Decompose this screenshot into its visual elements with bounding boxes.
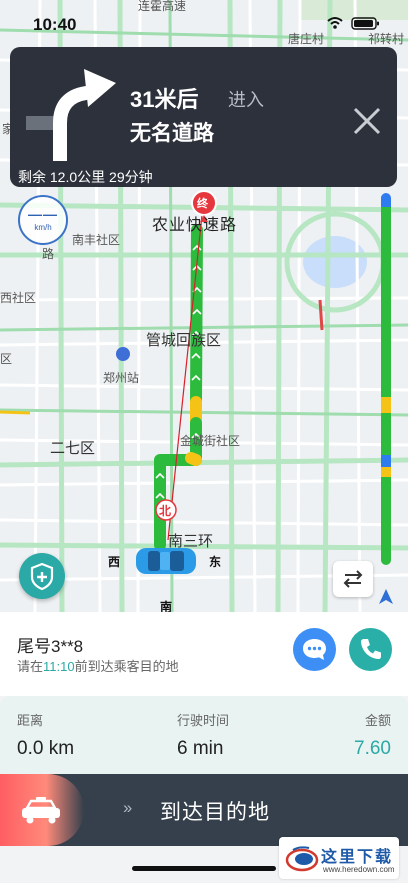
arrival-hint: 请在11:10前到达乘客目的地 — [17, 656, 179, 675]
watermark-title: 这里下载 — [321, 847, 394, 866]
compass-south-label: 南 — [160, 600, 173, 612]
arrival-deadline: 11:10 — [43, 659, 75, 674]
watermark-url: www.heredown.com — [323, 865, 395, 874]
home-indicator[interactable] — [132, 866, 276, 871]
status-icons — [327, 17, 379, 30]
north-arrow-icon[interactable] — [377, 588, 395, 606]
safety-shield-button[interactable] — [19, 553, 65, 599]
shield-plus-icon — [30, 562, 54, 591]
route-traffic-bar — [381, 193, 391, 565]
message-button[interactable] — [293, 628, 336, 671]
map-label-xi-district: 西社区 — [0, 291, 37, 305]
car-icon — [136, 548, 196, 574]
arrive-destination-label: 到达目的地 — [160, 801, 270, 824]
turn-right-arrow-icon — [26, 69, 116, 161]
passenger-plate-tail: 尾号3**8 — [17, 637, 84, 656]
map-label-nanfeng: 南丰社区 — [72, 233, 121, 247]
slide-chevrons: ›› — [123, 798, 132, 817]
chat-bubble-icon — [303, 639, 326, 660]
stat-duration-label: 行驶时间 — [177, 713, 230, 728]
map-label-qu: 区 — [0, 352, 13, 366]
speed-unit: km/h — [34, 223, 52, 232]
trip-stats: 距离 0.0 km 行驶时间 6 min 金额 7.60 — [0, 696, 408, 774]
stat-amount-value: 7.60 — [354, 738, 391, 759]
phone-icon — [361, 639, 381, 659]
arrival-hint-suffix: 前到达乘客目的地 — [74, 659, 179, 674]
start-marker-label: 北 — [159, 504, 172, 518]
stat-distance-label: 距离 — [17, 713, 44, 728]
route-overview-button[interactable] — [333, 561, 373, 597]
stat-duration: 行驶时间 6 min — [177, 710, 229, 760]
map-label-guancheng: 管城回族区 — [146, 332, 222, 349]
stat-distance: 距离 0.0 km — [17, 710, 74, 760]
map-label-nongye-road: 农业快速路 — [152, 217, 238, 234]
watermark: 这里下载 www.heredown.com — [279, 837, 399, 879]
stat-amount: 金额 7.60 — [354, 710, 391, 760]
speed-value: —— — [28, 206, 58, 222]
status-bar: 10:40 — [0, 0, 408, 44]
navigation-banner: 31米后 进入 无名道路 剩余 12.0公里 29分钟 — [10, 47, 397, 187]
stat-duration-value: 6 min — [177, 738, 224, 759]
taxi-icon — [22, 797, 60, 824]
compass-west-label: 西 — [108, 555, 121, 569]
turn-distance: 31米后 — [130, 87, 199, 112]
arrival-hint-prefix: 请在 — [17, 659, 44, 674]
remaining-distance-time: 剩余 12.0公里 29分钟 — [18, 169, 153, 185]
map-label-erqi: 二七区 — [50, 440, 96, 457]
watermark-logo — [285, 846, 319, 872]
map-label-lu: 路 — [42, 247, 55, 261]
order-info-panel: 尾号3**8 请在11:10前到达乘客目的地 — [0, 612, 408, 696]
destination-marker-label: 终 — [197, 198, 208, 210]
close-icon[interactable] — [350, 104, 384, 138]
compass-east-label: 东 — [209, 555, 222, 569]
stat-amount-label: 金额 — [364, 713, 391, 728]
next-road-name: 无名道路 — [130, 122, 214, 145]
map-label-zhengzhou-station: 郑州站 — [103, 371, 140, 385]
route-switch-icon — [343, 570, 363, 588]
turn-action: 进入 — [228, 90, 264, 110]
call-button[interactable] — [349, 628, 392, 671]
map-label-jincheng: 金城街社区 — [180, 434, 241, 448]
status-time: 10:40 — [33, 15, 77, 34]
arrive-destination-slider[interactable]: ›› 到达目的地 — [0, 774, 408, 846]
stat-distance-value: 0.0 km — [17, 738, 75, 759]
speed-indicator: —— km/h — [18, 195, 68, 245]
